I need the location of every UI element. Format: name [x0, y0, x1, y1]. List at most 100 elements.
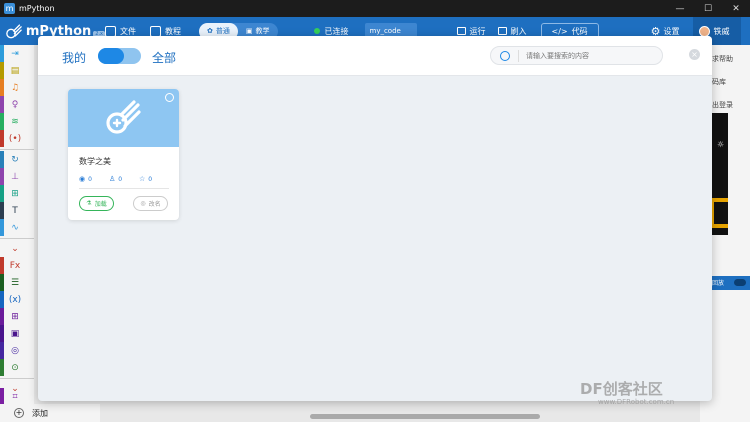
replay-label: 回放: [712, 280, 725, 287]
load-label: 加载: [94, 201, 107, 208]
card-divider: [79, 188, 169, 189]
chat-icon: ⊙: [11, 362, 19, 373]
stars-count: 0: [148, 175, 153, 183]
maximize-button[interactable]: ☐: [694, 0, 722, 17]
display-icon: ▤: [10, 65, 20, 76]
star-icon: ☆: [139, 175, 146, 183]
palette-loop-category[interactable]: ↻: [0, 151, 34, 168]
palette-math-category[interactable]: ⊞: [0, 185, 34, 202]
palette-music-category[interactable]: ♫: [0, 79, 34, 96]
tutorial-menu-label: 教程: [165, 26, 181, 36]
comet-logo-icon: [106, 100, 141, 134]
palette-collapse-toggle[interactable]: ⌄: [0, 240, 34, 257]
tab-all[interactable]: 全部: [152, 49, 176, 66]
project-card[interactable]: 数学之美 ◉ 0 ♙ 0 ☆ 0 ⚗ 加载 ◎ 改名: [68, 89, 179, 220]
palette-device-category[interactable]: ▣: [0, 325, 34, 342]
settings-label: 设置: [663, 26, 680, 36]
flash-button[interactable]: 刷入: [497, 26, 527, 37]
close-window-button[interactable]: ✕: [722, 0, 750, 17]
minimize-button[interactable]: —: [666, 0, 694, 17]
username: 铁威: [713, 26, 730, 36]
rename-label: 改名: [148, 201, 161, 208]
loop-icon: ↻: [11, 154, 19, 165]
palette-misc-category[interactable]: ⌗: [0, 388, 34, 405]
mine-all-toggle[interactable]: [98, 48, 141, 64]
close-icon[interactable]: ×: [689, 49, 700, 60]
modal-header: 我的 全部 ×: [38, 36, 712, 76]
palette-text-category[interactable]: T: [0, 202, 34, 219]
toggle-knob: [98, 48, 124, 64]
wave-icon: ∿: [11, 222, 19, 233]
function-icon: Fx: [9, 260, 21, 271]
project-stats: ◉ 0 ♙ 0 ☆ 0: [79, 175, 169, 183]
load-icon: ⚗: [86, 200, 92, 207]
file-menu-button[interactable]: 文件: [105, 25, 136, 37]
sun-icon: ☼: [717, 140, 725, 149]
palette-list-category[interactable]: ☰: [0, 274, 34, 291]
chip-icon: ▣: [10, 328, 20, 339]
replay-toggle[interactable]: [734, 279, 746, 286]
variable-icon: (x): [8, 294, 22, 305]
palette-variable-category[interactable]: (x): [0, 291, 34, 308]
horizontal-scrollbar[interactable]: [310, 414, 540, 419]
rename-button[interactable]: ◎ 改名: [133, 196, 168, 211]
add-extension-label: 添加: [32, 408, 48, 418]
views-stat: ◉ 0: [79, 175, 109, 183]
avatar: [699, 25, 711, 37]
palette-target-category[interactable]: ◎: [0, 342, 34, 359]
palette-radio-category[interactable]: (•): [0, 130, 34, 147]
device-connector: [710, 198, 728, 228]
watermark-main: DF创客社区: [580, 380, 663, 398]
run-label: 运行: [469, 26, 486, 36]
search-box[interactable]: [490, 46, 663, 65]
music-icon: ♫: [10, 82, 20, 93]
connected-dot-icon: [313, 28, 320, 34]
search-input[interactable]: [526, 49, 656, 63]
help-link[interactable]: 求帮助: [712, 54, 733, 64]
input-icon: ⇥: [11, 48, 19, 59]
load-button[interactable]: ⚗ 加载: [79, 196, 114, 211]
palette-extension-category[interactable]: ⊞: [0, 308, 34, 325]
tab-mine[interactable]: 我的: [62, 49, 86, 66]
search-divider: [518, 50, 519, 62]
settings-gear-icon[interactable]: [165, 93, 174, 102]
project-library-modal: 我的 全部 × 数学之美 ◉ 0 ♙: [38, 36, 712, 401]
plus-icon: +: [14, 408, 24, 418]
library-link[interactable]: 码库: [712, 77, 726, 87]
search-icon[interactable]: [500, 51, 510, 61]
block-palette: ⇥ ▤ ♫ ♀ ≋ (•) ↻ ⊥ ⊞ T ∿ ⌄ Fx ☰ (x) ⊞ ▣ ◎…: [0, 45, 34, 422]
likes-stat[interactable]: ♙ 0: [109, 175, 139, 183]
likes-count: 0: [118, 175, 123, 183]
logout-link[interactable]: 出登录: [712, 100, 733, 110]
list-icon: ☰: [10, 277, 20, 288]
palette-wave-category[interactable]: ∿: [0, 219, 34, 236]
app-icon: m: [4, 3, 15, 14]
palette-light-category[interactable]: ♀: [0, 96, 34, 113]
palette-chat-category[interactable]: ⊙: [0, 359, 34, 376]
connection-status[interactable]: 已连接: [313, 26, 349, 37]
tree-icon: ⊥: [11, 171, 19, 182]
window-title: mPython: [19, 4, 55, 13]
project-cover: [68, 89, 179, 147]
tutorial-menu-button[interactable]: 教程: [150, 25, 181, 37]
palette-function-category[interactable]: Fx: [0, 257, 34, 274]
run-icon: [456, 27, 466, 35]
palette-logic-category[interactable]: ⊥: [0, 168, 34, 185]
run-button[interactable]: 运行: [456, 26, 486, 37]
comet-logo-icon: [6, 24, 22, 39]
text-icon: T: [12, 205, 18, 216]
bulb-icon: ♀: [11, 99, 19, 110]
palette-display-category[interactable]: ▤: [0, 62, 34, 79]
add-extension-button[interactable]: + 添加: [0, 404, 100, 422]
stars-stat[interactable]: ☆ 0: [139, 175, 169, 183]
palette-wifi-category[interactable]: ≋: [0, 113, 34, 130]
eye-icon: ◎: [140, 200, 146, 207]
modules-icon: ⊞: [11, 311, 19, 322]
flash-label: 刷入: [510, 26, 527, 36]
wifi-icon: ≋: [11, 116, 19, 127]
window-titlebar: m mPython — ☐ ✕: [0, 0, 750, 17]
palette-input-category[interactable]: ⇥: [0, 45, 34, 62]
chevron-down-icon: ⌄: [11, 243, 19, 254]
target-icon: ◎: [11, 345, 19, 356]
file-icon: [105, 25, 116, 37]
